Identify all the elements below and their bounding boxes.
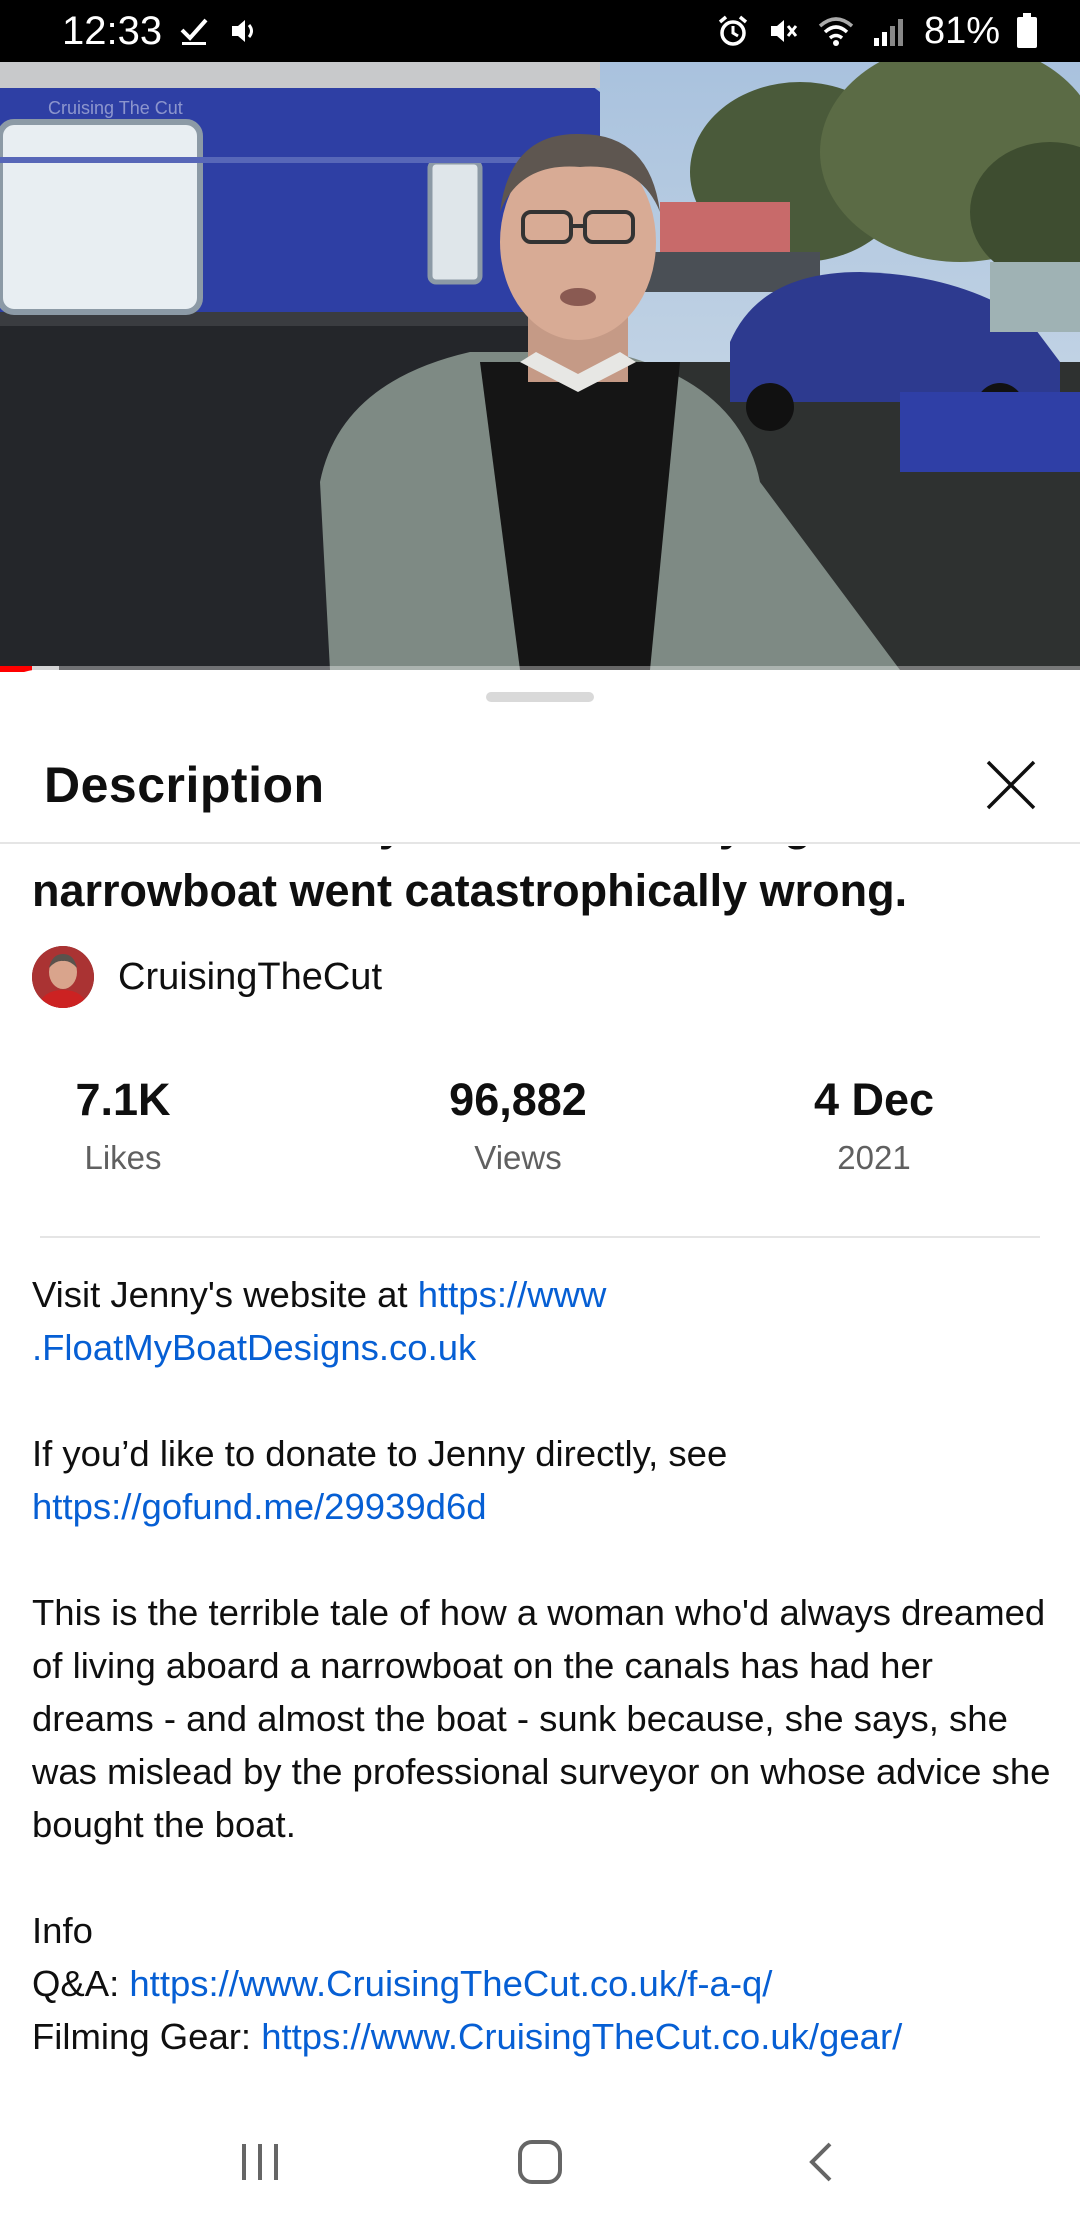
info-heading: Info	[32, 1910, 93, 1951]
views-stat: 96,882 Views	[368, 1068, 668, 1184]
video-title: 238: A cautionary tale of how buying a n…	[32, 846, 908, 916]
close-icon	[986, 760, 1036, 810]
donate-link[interactable]: https://gofund.me/29939d6d	[32, 1486, 487, 1527]
gear-label: Filming Gear:	[32, 2016, 262, 2057]
description-paragraph: This is the terrible tale of how a woman…	[32, 1592, 1051, 1845]
video-player[interactable]: Cruising The Cut	[0, 62, 1080, 670]
channel-name[interactable]: CruisingTheCut	[118, 956, 382, 999]
wifi-icon	[816, 14, 856, 48]
recents-button[interactable]	[200, 2122, 320, 2202]
status-bar: 12:33 81%	[0, 0, 1080, 62]
status-right: 81%	[716, 10, 1038, 53]
qa-link[interactable]: https://www.CruisingTheCut.co.uk/f-a-q/	[129, 1963, 772, 2004]
date-value: 4 Dec	[813, 1074, 935, 1125]
home-icon	[518, 2140, 562, 2184]
system-nav-bar	[0, 2104, 1080, 2220]
volume-icon	[228, 15, 260, 47]
channel-row[interactable]: CruisingTheCut	[32, 944, 382, 1010]
video-stats: 7.1K Likes 96,882 Views 4 Dec 2021	[40, 1068, 1040, 1238]
alarm-icon	[716, 14, 750, 48]
date-year: 2021	[837, 1139, 911, 1176]
video-frame	[0, 62, 1080, 670]
description-text: Visit Jenny's website at https://www .Fl…	[32, 1268, 1052, 2063]
recents-icon	[242, 2144, 278, 2180]
battery-icon	[1016, 13, 1038, 49]
views-value: 96,882	[449, 1074, 587, 1125]
description-paragraph: Visit Jenny's website at https://www .Fl…	[32, 1268, 1052, 1374]
views-label: Views	[474, 1139, 562, 1176]
donate-text: If you’d like to donate to Jenny directl…	[32, 1433, 728, 1474]
qa-label: Q&A:	[32, 1963, 130, 2004]
drag-handle[interactable]	[486, 692, 594, 702]
status-left: 12:33	[62, 9, 260, 54]
back-icon	[809, 2142, 832, 2182]
mute-icon	[766, 14, 800, 48]
description-sheet: Description 238: A cautionary tale of ho…	[0, 670, 1080, 2104]
sheet-title: Description	[44, 757, 325, 813]
home-button[interactable]	[480, 2122, 600, 2202]
date-stat: 4 Dec 2021	[724, 1068, 1024, 1184]
description-scroll-area[interactable]: 238: A cautionary tale of how buying a n…	[0, 846, 1080, 2104]
signal-icon	[872, 14, 908, 48]
likes-stat: 7.1K Likes	[0, 1068, 273, 1184]
likes-label: Likes	[84, 1139, 162, 1176]
gear-link[interactable]: https://www.CruisingTheCut.co.uk/gear/	[261, 2016, 902, 2057]
check-icon	[178, 14, 212, 48]
likes-value: 7.1K	[75, 1074, 171, 1125]
close-button[interactable]	[978, 752, 1044, 818]
info-section: Info Q&A: https://www.CruisingTheCut.co.…	[32, 1904, 1052, 2063]
website-text: Visit Jenny's website at	[32, 1274, 418, 1315]
back-button[interactable]	[760, 2122, 880, 2202]
battery-percent: 81%	[923, 9, 1000, 52]
avatar[interactable]	[32, 946, 94, 1008]
video-watermark: Cruising The Cut	[48, 98, 183, 118]
status-time: 12:33	[62, 8, 163, 53]
description-paragraph: If you’d like to donate to Jenny directl…	[32, 1427, 1052, 1533]
sheet-header: Description	[0, 728, 1080, 844]
